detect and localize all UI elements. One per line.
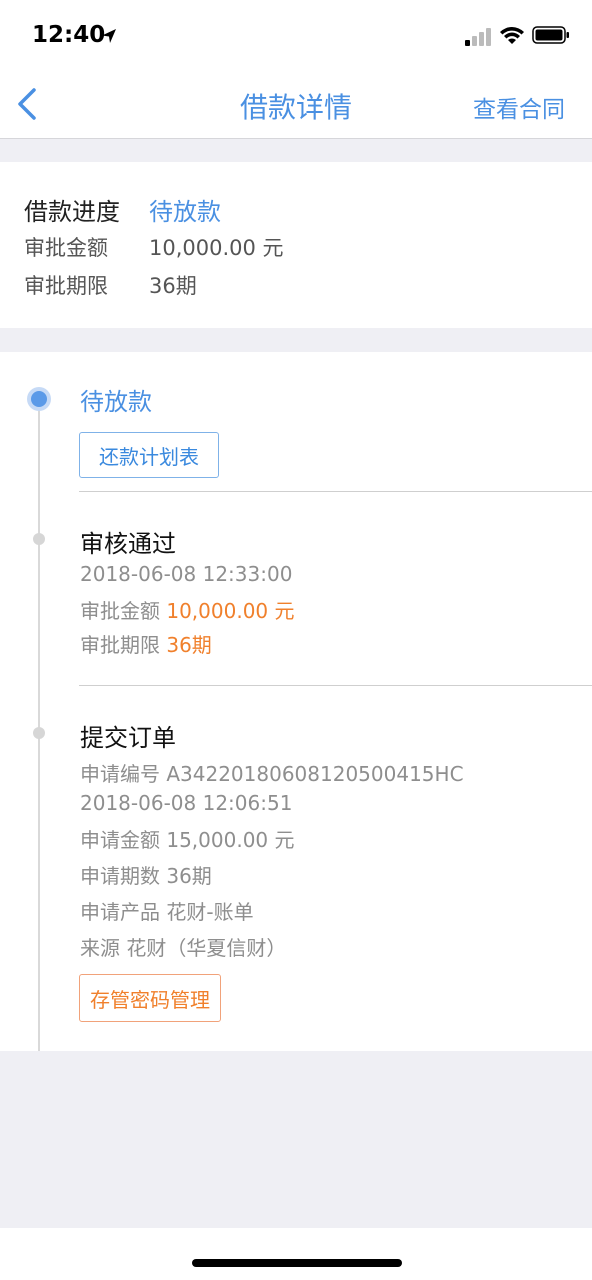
approved-amount-label: 审批金额 (24, 236, 108, 260)
step-approved-title: 审核通过 (80, 530, 176, 558)
nav-bar: 借款详情 查看合同 (0, 70, 592, 139)
status-bar: 12:40 (0, 0, 592, 70)
requested-product: 申请产品 花财-账单 (80, 900, 254, 924)
home-indicator-area (0, 1228, 592, 1280)
approved-term-row: 审批期限 36期 (24, 270, 197, 300)
wifi-icon (500, 27, 524, 44)
progress-row: 借款进度 待放款 (24, 192, 221, 227)
timeline-line (38, 400, 40, 1051)
approved-amount-row: 审批金额 10,000.00 元 (24, 232, 284, 262)
approved-amount-label: 审批金额 (80, 599, 160, 623)
requested-periods: 申请期数 36期 (80, 864, 212, 888)
repayment-plan-button[interactable]: 还款计划表 (79, 432, 219, 478)
timeline-dot-active (27, 387, 51, 411)
progress-label: 借款进度 (24, 198, 120, 226)
step-approved-time: 2018-06-08 12:33:00 (80, 562, 293, 586)
loan-summary-card: 借款进度 待放款 审批金额 10,000.00 元 审批期限 36期 (0, 162, 592, 328)
approved-term-value: 36期 (149, 274, 197, 298)
cellular-signal-icon (465, 28, 491, 46)
step-approved-amount: 审批金额 10,000.00 元 (80, 595, 295, 624)
timeline-dot (33, 727, 45, 739)
order-number: 申请编号 A34220180608120500415HC (80, 762, 464, 786)
submitted-time: 2018-06-08 12:06:51 (80, 791, 293, 815)
loan-timeline: 待放款 还款计划表 审核通过 2018-06-08 12:33:00 审批金额 … (0, 352, 592, 1051)
order-source: 来源 花财（华夏信财） (80, 936, 287, 960)
approved-term-label: 审批期限 (80, 633, 160, 657)
progress-value: 待放款 (149, 198, 221, 226)
location-arrow-icon (102, 29, 116, 43)
step-submitted-title: 提交订单 (80, 724, 176, 752)
timeline-dot (33, 533, 45, 545)
step-approved-term: 审批期限 36期 (80, 629, 212, 658)
approved-term-value: 36期 (166, 633, 212, 657)
approved-amount-value: 10,000.00 元 (149, 236, 284, 260)
view-contract-button[interactable]: 查看合同 (473, 90, 565, 124)
approved-amount-value: 10,000.00 元 (166, 599, 295, 623)
timeline-divider (79, 685, 592, 686)
status-time: 12:40 (32, 22, 106, 48)
timeline-divider (79, 491, 592, 492)
requested-amount: 申请金额 15,000.00 元 (80, 828, 295, 852)
home-indicator[interactable] (192, 1259, 402, 1267)
custody-password-button[interactable]: 存管密码管理 (79, 974, 221, 1022)
battery-icon (532, 26, 569, 44)
approved-term-label: 审批期限 (24, 274, 108, 298)
step-pending-title: 待放款 (80, 388, 152, 416)
